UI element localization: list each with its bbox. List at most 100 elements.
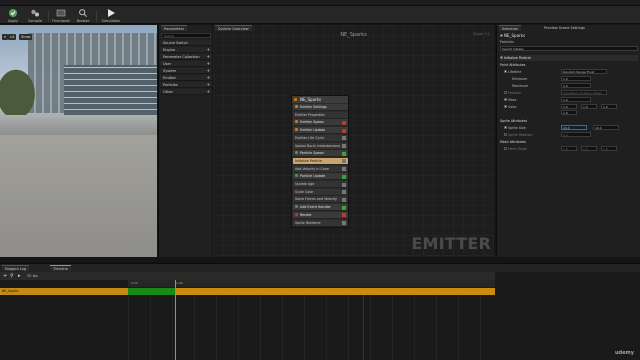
add-module-icon[interactable] <box>342 144 346 148</box>
stack-item-emitter-properties[interactable]: Emitter Properties <box>293 111 348 119</box>
track-emitter-segment[interactable] <box>175 288 495 295</box>
add-module-icon[interactable] <box>342 190 346 195</box>
viewport-options-icon[interactable]: ▾ <box>2 34 8 40</box>
stack-item-update-age[interactable]: Update Age <box>293 181 348 188</box>
stack-item-add-event-handler[interactable]: Add Event Handler <box>293 204 348 212</box>
playback-end-marker[interactable] <box>363 295 364 360</box>
tab-preview-scene-settings[interactable]: Preview Scene Settings <box>541 25 588 31</box>
thumbnail-button[interactable]: Thumbnail <box>50 7 72 24</box>
mesh-scale-checkbox[interactable] <box>504 147 507 150</box>
add-module-icon[interactable] <box>342 120 346 125</box>
stack-item-emitter-life-cycle[interactable]: Emitter Life Cycle <box>293 134 348 142</box>
add-icon[interactable]: + <box>207 75 210 81</box>
time-ruler[interactable]: 0.00 1.00 <box>128 280 495 287</box>
param-category-parameter-collection[interactable]: Parameter Collection + <box>160 54 212 60</box>
add-icon[interactable]: + <box>207 61 210 67</box>
param-row-source-switch[interactable]: Source Switch <box>160 40 212 46</box>
simulation-button[interactable]: Simulation <box>100 7 122 24</box>
stack-item-emitter-update[interactable]: Emitter Update <box>293 127 348 135</box>
add-icon[interactable]: + <box>207 82 210 88</box>
add-module-icon[interactable] <box>342 159 346 164</box>
add-module-icon[interactable] <box>342 182 346 187</box>
color-checkbox[interactable] <box>504 105 507 108</box>
sprite-size-x-input[interactable]: 10.0 <box>561 125 587 130</box>
color-b-input[interactable]: 1.0 <box>601 104 617 109</box>
tab-niagara-log[interactable]: Niagara Log <box>2 265 30 271</box>
add-module-icon[interactable] <box>342 151 346 156</box>
mass-input[interactable]: 1.0 <box>561 97 591 102</box>
details-search-input[interactable]: Search Details <box>500 46 638 51</box>
color-g-input[interactable]: 1.0 <box>581 104 597 109</box>
stack-item-emitter-spawn[interactable]: Emitter Spawn <box>293 119 348 127</box>
parameters-search-input[interactable]: Search <box>161 33 211 38</box>
add-icon[interactable]: + <box>207 54 210 60</box>
stack-item-solve-forces-and-velocity[interactable]: Solve Forces and Velocity <box>293 196 348 204</box>
mesh-scale-z-input[interactable]: 1.0 <box>601 146 617 151</box>
sprite-rotation-input[interactable]: 0.0 <box>561 132 591 137</box>
position-mode-dropdown[interactable]: Simulation Position Offset <box>561 90 607 95</box>
tab-timeline[interactable]: Timeline <box>50 265 71 271</box>
frame-rate-dropdown[interactable]: 30 fps <box>27 274 38 278</box>
browse-button[interactable]: Browse <box>72 7 94 24</box>
module-enable-checkbox[interactable] <box>500 56 503 59</box>
add-icon[interactable]: + <box>207 47 210 53</box>
position-checkbox[interactable] <box>504 91 507 94</box>
add-icon[interactable]: + <box>207 68 210 74</box>
tab-selection[interactable]: Selection <box>499 25 522 31</box>
stack-item-render[interactable]: Render <box>293 211 348 219</box>
maximum-input[interactable]: 2.0 <box>561 83 591 88</box>
filter-icon[interactable]: ⚲ <box>10 273 14 279</box>
timeline-grid[interactable] <box>128 295 495 360</box>
sprite-size-checkbox[interactable] <box>504 126 507 129</box>
compile-button[interactable]: Compile <box>24 7 46 24</box>
param-category-particles[interactable]: Particles + <box>160 82 212 88</box>
section-header-initialize-particle[interactable]: Initialize Particle <box>500 55 638 61</box>
lifetime-checkbox[interactable] <box>504 70 507 73</box>
sprite-rotation-checkbox[interactable] <box>504 133 507 136</box>
playback-icon[interactable]: ▸ <box>18 273 21 279</box>
add-module-icon[interactable] <box>342 197 346 202</box>
group-point-attributes[interactable]: Point Attributes <box>500 62 638 68</box>
stack-item-add-velocity-in-cone[interactable]: Add Velocity in Cone <box>293 165 348 173</box>
color-a-input[interactable]: 1.0 <box>561 110 577 115</box>
stack-item-spawn-burst-instantaneous[interactable]: Spawn Burst Instantaneous <box>293 142 348 150</box>
stack-item-particle-spawn[interactable]: Particle Spawn <box>293 150 348 158</box>
tab-parameters[interactable]: Parameters <box>161 25 188 31</box>
emitter-enable-checkbox[interactable] <box>294 98 297 101</box>
add-module-icon[interactable] <box>342 167 346 172</box>
preview-viewport[interactable]: ▾ Lit Show <box>0 25 157 257</box>
add-module-icon[interactable] <box>342 174 346 179</box>
param-category-user[interactable]: User + <box>160 61 212 67</box>
group-mesh-attributes[interactable]: Mesh Attributes <box>500 139 638 145</box>
stack-item-particle-update[interactable]: Particle Update <box>293 173 348 181</box>
param-category-engine[interactable]: Engine + <box>160 47 212 53</box>
emitter-checkbox[interactable] <box>500 34 503 37</box>
playhead[interactable] <box>175 280 176 360</box>
stack-item-scale-color[interactable]: Scale Color <box>293 188 348 196</box>
minimum-input[interactable]: 1.0 <box>561 76 591 81</box>
emitter-node-header[interactable]: NE_Sparks <box>292 96 348 103</box>
add-module-icon[interactable] <box>342 221 346 225</box>
param-category-emitter[interactable]: Emitter + <box>160 75 212 81</box>
mesh-scale-y-input[interactable]: 1.0 <box>581 146 597 151</box>
add-module-icon[interactable] <box>342 128 346 133</box>
view-mode-button[interactable]: Lit <box>8 34 17 40</box>
add-track-icon[interactable]: + <box>3 273 7 279</box>
add-icon[interactable]: + <box>207 89 210 95</box>
mass-checkbox[interactable] <box>504 98 507 101</box>
mesh-scale-x-input[interactable]: 1.0 <box>561 146 577 151</box>
group-sprite-attributes[interactable]: Sprite Attributes <box>500 118 638 124</box>
tab-system-overview[interactable]: System Overview <box>215 25 252 31</box>
color-r-input[interactable]: 1.0 <box>561 104 577 109</box>
add-module-icon[interactable] <box>342 205 346 210</box>
add-module-icon[interactable] <box>342 136 346 141</box>
lifetime-mode-dropdown[interactable]: Random Range Float <box>561 69 607 74</box>
emitter-node[interactable]: NE_Sparks Emitter Settings Emitter Proper… <box>291 95 349 228</box>
param-category-system[interactable]: System + <box>160 68 212 74</box>
stack-item-sprite-renderer[interactable]: Sprite Renderer <box>293 219 348 227</box>
stack-item-initialize-particle[interactable]: Initialize Particle <box>293 157 348 165</box>
stack-item-emitter-settings[interactable]: Emitter Settings <box>293 104 348 111</box>
system-overview-graph[interactable]: System Overview NE_Sparks Zoom 1:1 NE_Sp… <box>213 25 494 257</box>
add-module-icon[interactable] <box>342 213 346 218</box>
track-label-ne-sparks[interactable]: NE_Sparks <box>0 288 128 295</box>
